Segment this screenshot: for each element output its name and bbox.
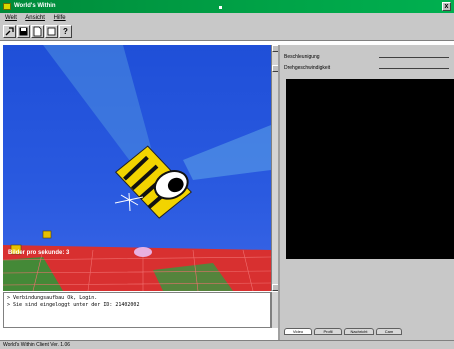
video-display xyxy=(286,79,454,259)
console-line: > Verbindungsaufbau Ok, Login. xyxy=(7,295,98,301)
status-bar: World's Within Client Ver. 1.06 xyxy=(0,340,454,349)
menu-bar: Welt Ansicht Hilfe xyxy=(0,13,454,23)
tab-video[interactable]: Video xyxy=(284,328,312,335)
title-bar[interactable]: World's Within x xyxy=(0,0,454,13)
fps-counter: Bilder pro sekunde: 3 xyxy=(8,250,70,256)
tools-icon xyxy=(5,27,14,36)
3d-viewport[interactable]: Bilder pro sekunde: 3 xyxy=(3,45,271,291)
pink-object[interactable] xyxy=(134,247,152,257)
menu-welt[interactable]: Welt xyxy=(5,15,17,21)
light-beam-left xyxy=(43,45,153,165)
yellow-cube-center[interactable] xyxy=(42,230,52,239)
new-button[interactable] xyxy=(45,25,58,38)
toolbar: ? xyxy=(0,23,454,41)
light-beam-right xyxy=(183,125,271,180)
document-icon xyxy=(33,26,42,37)
help-button[interactable]: ? xyxy=(59,25,72,38)
tools-button[interactable] xyxy=(3,25,16,38)
console-line: > Sie sind eingeloggt unter der ID: 2140… xyxy=(7,302,140,308)
menu-hilfe[interactable]: Hilfe xyxy=(54,15,66,21)
document-button[interactable] xyxy=(31,25,44,38)
console-scrollbar[interactable] xyxy=(271,292,278,328)
panel-tabs: Video Profil Nachricht Cam xyxy=(284,328,452,336)
rotation-speed-field[interactable]: Drehgeschwindigkeit xyxy=(284,64,452,73)
save-icon xyxy=(19,27,28,36)
new-icon xyxy=(47,27,56,36)
right-panel: Beschleunigung Drehgeschwindigkeit Video… xyxy=(280,45,454,340)
close-button[interactable]: x xyxy=(442,2,451,11)
window-title: World's Within xyxy=(14,3,56,9)
save-button[interactable] xyxy=(17,25,30,38)
tab-cam[interactable]: Cam xyxy=(376,328,402,335)
viewport-scrollbar[interactable] xyxy=(271,45,279,291)
app-icon[interactable] xyxy=(3,3,11,10)
acceleration-slider[interactable] xyxy=(379,57,449,58)
rotation-speed-slider[interactable] xyxy=(379,68,449,69)
acceleration-field[interactable]: Beschleunigung xyxy=(284,53,452,62)
mouse-cursor xyxy=(219,6,222,9)
chat-console[interactable]: > Verbindungsaufbau Ok, Login. > Sie sin… xyxy=(3,292,271,328)
acceleration-label: Beschleunigung xyxy=(284,54,320,60)
rotation-speed-label: Drehgeschwindigkeit xyxy=(284,65,331,71)
menu-ansicht[interactable]: Ansicht xyxy=(25,15,45,21)
tab-nachricht[interactable]: Nachricht xyxy=(344,328,374,335)
tab-profil[interactable]: Profil xyxy=(314,328,342,335)
